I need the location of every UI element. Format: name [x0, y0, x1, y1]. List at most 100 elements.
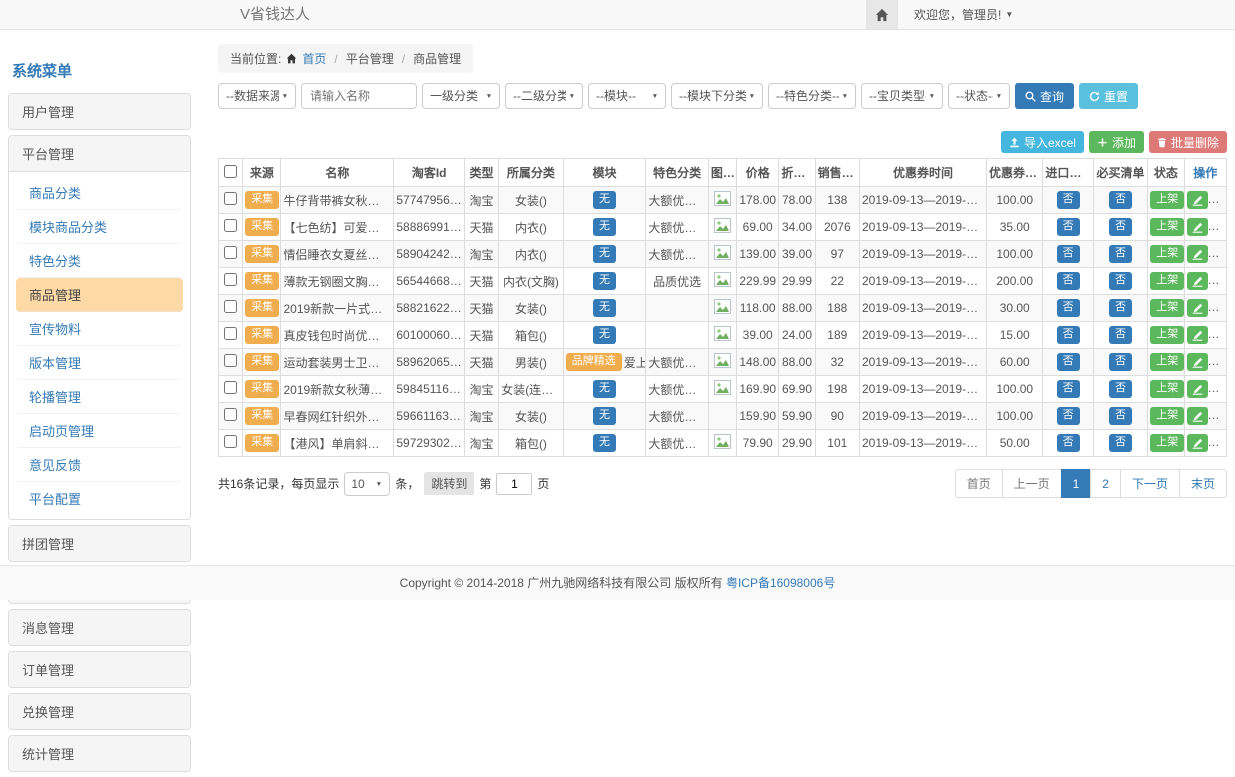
- filter-select-二级分类[interactable]: --二级分类--: [505, 83, 583, 109]
- status-badge[interactable]: 上架: [1150, 272, 1184, 290]
- page-size-select[interactable]: 10: [344, 472, 390, 496]
- row-checkbox[interactable]: [224, 273, 237, 286]
- page-button-下一页[interactable]: 下一页: [1120, 469, 1180, 498]
- filter-select-模块下分类[interactable]: --模块下分类--: [671, 83, 763, 109]
- sidebar-item-商品管理[interactable]: 商品管理: [16, 278, 183, 312]
- sidebar-section-用户管理[interactable]: 用户管理: [9, 94, 190, 129]
- home-button[interactable]: [866, 0, 898, 29]
- edit-button[interactable]: [1187, 407, 1208, 425]
- edit-button[interactable]: [1187, 326, 1208, 344]
- edit-button[interactable]: [1187, 299, 1208, 317]
- status-badge[interactable]: 上架: [1150, 353, 1184, 371]
- must-buy-cell: 否: [1093, 403, 1147, 430]
- no-badge[interactable]: 否: [1057, 434, 1080, 452]
- filter-select-特色分类[interactable]: --特色分类--: [768, 83, 856, 109]
- status-badge[interactable]: 上架: [1150, 326, 1184, 344]
- filter-select-数据来源[interactable]: --数据来源--: [218, 83, 296, 109]
- status-badge[interactable]: 上架: [1150, 245, 1184, 263]
- search-button[interactable]: 查询: [1015, 83, 1074, 109]
- filter-select-模块[interactable]: --模块--: [588, 83, 666, 109]
- page-button-1[interactable]: 1: [1061, 469, 1092, 498]
- page-button-末页[interactable]: 末页: [1179, 469, 1227, 498]
- add-button[interactable]: 添加: [1089, 131, 1144, 153]
- no-badge[interactable]: 否: [1109, 191, 1132, 209]
- no-badge[interactable]: 否: [1057, 191, 1080, 209]
- row-checkbox[interactable]: [224, 300, 237, 313]
- no-badge[interactable]: 否: [1109, 434, 1132, 452]
- edit-button[interactable]: [1187, 218, 1208, 236]
- page-button-2[interactable]: 2: [1090, 469, 1121, 498]
- icp-link[interactable]: 粤ICP备16098006号: [726, 576, 835, 590]
- category-cell: 箱包(): [499, 430, 564, 457]
- edit-icon: [1192, 411, 1203, 422]
- no-badge[interactable]: 否: [1109, 380, 1132, 398]
- status-badge[interactable]: 上架: [1150, 218, 1184, 236]
- sidebar-item-版本管理[interactable]: 版本管理: [16, 346, 183, 380]
- no-badge[interactable]: 否: [1057, 245, 1080, 263]
- no-badge[interactable]: 否: [1109, 245, 1132, 263]
- edit-button[interactable]: [1187, 245, 1208, 263]
- sidebar-section-统计管理[interactable]: 统计管理: [9, 736, 190, 771]
- filter-select-宝贝类型[interactable]: --宝贝类型--: [861, 83, 943, 109]
- sidebar-item-意见反馈[interactable]: 意见反馈: [16, 448, 183, 482]
- edit-button[interactable]: [1187, 380, 1208, 398]
- sidebar-item-商品分类[interactable]: 商品分类: [16, 176, 183, 210]
- no-badge[interactable]: 否: [1057, 218, 1080, 236]
- status-badge[interactable]: 上架: [1150, 434, 1184, 452]
- no-badge[interactable]: 否: [1057, 299, 1080, 317]
- sidebar-section-拼团管理[interactable]: 拼团管理: [9, 526, 190, 561]
- source-cell: 采集: [243, 187, 281, 214]
- module-cell-td: 品牌精选爱上运动: [563, 349, 646, 376]
- no-badge[interactable]: 否: [1109, 353, 1132, 371]
- edit-button[interactable]: [1187, 434, 1208, 452]
- status-badge[interactable]: 上架: [1150, 380, 1184, 398]
- status-badge[interactable]: 上架: [1150, 407, 1184, 425]
- row-checkbox[interactable]: [224, 192, 237, 205]
- no-badge[interactable]: 否: [1109, 218, 1132, 236]
- breadcrumb-home-link[interactable]: 首页: [302, 50, 326, 67]
- status-badge[interactable]: 上架: [1150, 299, 1184, 317]
- sidebar-item-平台配置[interactable]: 平台配置: [16, 482, 183, 515]
- page-button-上一页[interactable]: 上一页: [1002, 469, 1062, 498]
- sidebar-item-特色分类[interactable]: 特色分类: [16, 244, 183, 278]
- no-badge[interactable]: 否: [1109, 326, 1132, 344]
- edit-button[interactable]: [1187, 353, 1208, 371]
- status-badge[interactable]: 上架: [1150, 191, 1184, 209]
- no-badge[interactable]: 否: [1057, 353, 1080, 371]
- edit-button[interactable]: [1187, 191, 1208, 209]
- source-badge: 采集: [245, 407, 279, 425]
- select-all-checkbox[interactable]: [224, 165, 237, 178]
- row-checkbox[interactable]: [224, 435, 237, 448]
- import-excel-button[interactable]: 导入excel: [1001, 131, 1084, 153]
- row-checkbox[interactable]: [224, 219, 237, 232]
- filter-select-一级分类[interactable]: 一级分类: [422, 83, 500, 109]
- no-badge[interactable]: 否: [1109, 407, 1132, 425]
- row-checkbox[interactable]: [224, 354, 237, 367]
- sidebar-section-订单管理[interactable]: 订单管理: [9, 652, 190, 687]
- sidebar-item-模块商品分类[interactable]: 模块商品分类: [16, 210, 183, 244]
- row-checkbox[interactable]: [224, 327, 237, 340]
- user-menu[interactable]: 欢迎您，管理员! ▼: [914, 6, 1013, 23]
- page-button-首页[interactable]: 首页: [955, 469, 1003, 498]
- row-checkbox[interactable]: [224, 246, 237, 259]
- edit-button[interactable]: [1187, 272, 1208, 290]
- name-search-input[interactable]: [301, 83, 417, 109]
- sidebar-section-消息管理[interactable]: 消息管理: [9, 610, 190, 645]
- jump-page-input[interactable]: [496, 473, 532, 495]
- filter-select-状态[interactable]: --状态--: [948, 83, 1010, 109]
- no-badge[interactable]: 否: [1057, 380, 1080, 398]
- no-badge[interactable]: 否: [1109, 272, 1132, 290]
- batch-delete-button[interactable]: 批量删除: [1149, 131, 1227, 153]
- no-badge[interactable]: 否: [1109, 299, 1132, 317]
- row-checkbox[interactable]: [224, 408, 237, 421]
- reset-button[interactable]: 重置: [1079, 83, 1138, 109]
- sidebar-section-兑换管理[interactable]: 兑换管理: [9, 694, 190, 729]
- no-badge[interactable]: 否: [1057, 407, 1080, 425]
- sidebar-item-宣传物料[interactable]: 宣传物料: [16, 312, 183, 346]
- no-badge[interactable]: 否: [1057, 272, 1080, 290]
- sidebar-item-轮播管理[interactable]: 轮播管理: [16, 380, 183, 414]
- sidebar-section-平台管理[interactable]: 平台管理: [9, 136, 190, 171]
- no-badge[interactable]: 否: [1057, 326, 1080, 344]
- sidebar-item-启动页管理[interactable]: 启动页管理: [16, 414, 183, 448]
- row-checkbox[interactable]: [224, 381, 237, 394]
